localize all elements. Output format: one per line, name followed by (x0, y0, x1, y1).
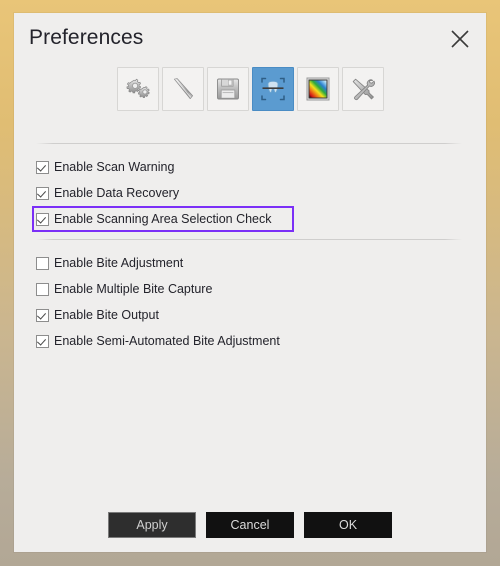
floppy-disk-icon (213, 74, 243, 104)
checkbox-enable-scan-warning[interactable] (36, 160, 49, 174)
cancel-button[interactable]: Cancel (206, 512, 294, 538)
checkbox-label: Enable Data Recovery (54, 185, 180, 200)
preferences-dialog: Preferences Enable Scan Warning Enable D… (14, 13, 486, 552)
apply-button[interactable]: Apply (108, 512, 196, 538)
close-icon[interactable] (445, 24, 475, 54)
toolbar-button-probe-tool[interactable] (161, 67, 204, 111)
checkbox-enable-semi-automated-bite-adjustment[interactable] (36, 334, 49, 348)
gears-icon (123, 74, 153, 104)
checkbox-label: Enable Multiple Bite Capture (54, 281, 213, 296)
checkbox-row-enable-scanning-area-selection-check[interactable]: Enable Scanning Area Selection Check (32, 206, 294, 232)
checkbox-label: Enable Bite Output (54, 307, 159, 322)
checkbox-row-enable-bite-adjustment[interactable]: Enable Bite Adjustment (32, 250, 280, 276)
checkbox-row-enable-multiple-bite-capture[interactable]: Enable Multiple Bite Capture (32, 276, 280, 302)
checkbox-row-enable-data-recovery[interactable]: Enable Data Recovery (32, 180, 294, 206)
toolbar-button-color-settings[interactable] (296, 67, 339, 111)
preferences-toolbar (14, 67, 486, 111)
bite-options-group: Enable Bite Adjustment Enable Multiple B… (36, 250, 280, 354)
toolbar-button-tools-settings[interactable] (341, 67, 384, 111)
toolbar-button-general-settings[interactable] (116, 67, 159, 111)
checkbox-enable-multiple-bite-capture[interactable] (36, 282, 49, 296)
checkbox-label: Enable Scan Warning (54, 159, 175, 174)
checkbox-enable-data-recovery[interactable] (36, 186, 49, 200)
color-gradient-icon (303, 74, 333, 104)
checkbox-row-enable-bite-output[interactable]: Enable Bite Output (32, 302, 280, 328)
checkbox-label: Enable Bite Adjustment (54, 255, 184, 270)
separator-middle (36, 239, 462, 240)
checkbox-row-enable-semi-automated-bite-adjustment[interactable]: Enable Semi-Automated Bite Adjustment (32, 328, 280, 354)
scan-options-group: Enable Scan Warning Enable Data Recovery… (32, 154, 294, 232)
checkbox-enable-scanning-area-selection-check[interactable] (36, 212, 49, 226)
preferences-window-frame: Preferences Enable Scan Warning Enable D… (0, 0, 500, 566)
dialog-titlebar: Preferences (14, 13, 486, 69)
ok-button[interactable]: OK (304, 512, 392, 538)
toolbar-button-save-settings[interactable] (206, 67, 249, 111)
page-title: Preferences (29, 26, 144, 49)
scan-area-tooth-icon (257, 73, 289, 105)
dialog-footer: Apply Cancel OK (14, 512, 486, 538)
separator-top (36, 143, 462, 144)
wrench-screwdriver-icon (348, 74, 378, 104)
checkbox-label: Enable Semi-Automated Bite Adjustment (54, 333, 280, 348)
checkbox-enable-bite-adjustment[interactable] (36, 256, 49, 270)
toolbar-button-scan-area[interactable] (251, 67, 294, 111)
checkbox-label: Enable Scanning Area Selection Check (54, 211, 272, 226)
checkbox-enable-bite-output[interactable] (36, 308, 49, 322)
checkbox-row-enable-scan-warning[interactable]: Enable Scan Warning (32, 154, 294, 180)
probe-icon (168, 74, 198, 104)
